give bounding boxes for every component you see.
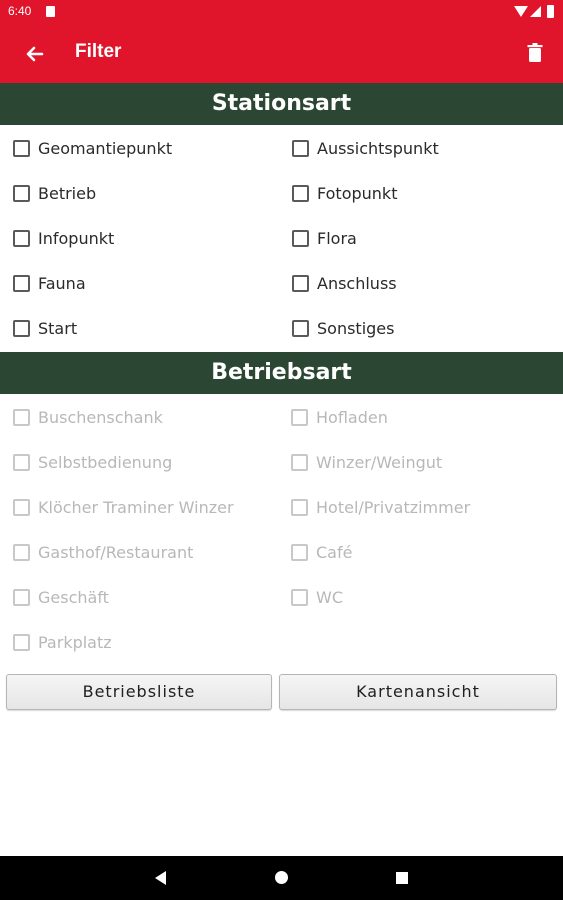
checkbox-icon[interactable]: [13, 633, 30, 651]
checkbox-flora[interactable]: Flora: [292, 226, 357, 250]
checkbox-icon[interactable]: [292, 229, 309, 247]
checkbox-icon[interactable]: [13, 453, 30, 471]
checkbox-sonstiges[interactable]: Sonstiges: [292, 316, 394, 340]
checkbox-icon[interactable]: [292, 184, 309, 202]
checkbox-winzer-weingut[interactable]: Winzer/Weingut: [291, 450, 442, 474]
stationsart-header: Stationsart: [0, 83, 563, 125]
checkbox-icon[interactable]: [13, 498, 30, 516]
checkbox-gasthof-restaurant[interactable]: Gasthof/Restaurant: [13, 540, 193, 564]
signal-icon: [530, 6, 541, 17]
checkbox-icon[interactable]: [13, 274, 30, 292]
status-bar: 6:40: [0, 0, 563, 24]
checkbox-infopunkt[interactable]: Infopunkt: [13, 226, 114, 250]
checkbox-buschenschank[interactable]: Buschenschank: [13, 405, 163, 429]
status-time: 6:40: [8, 4, 32, 18]
nav-recents-icon[interactable]: [396, 872, 408, 884]
checkbox-icon[interactable]: [292, 274, 309, 292]
checkbox-icon[interactable]: [291, 588, 308, 606]
checkbox-icon[interactable]: [13, 319, 30, 337]
checkbox-icon[interactable]: [13, 184, 30, 202]
checkbox-geschaeft[interactable]: Geschäft: [13, 585, 109, 609]
sd-card-icon: [46, 6, 55, 17]
back-arrow-icon[interactable]: [22, 41, 48, 67]
page-title: Filter: [75, 41, 122, 62]
checkbox-icon[interactable]: [13, 139, 30, 157]
checkbox-icon[interactable]: [292, 319, 309, 337]
system-nav-bar: [0, 856, 563, 900]
checkbox-start[interactable]: Start: [13, 316, 77, 340]
checkbox-kloecher-traminer-winzer[interactable]: Klöcher Traminer Winzer: [13, 495, 234, 519]
checkbox-anschluss[interactable]: Anschluss: [292, 271, 397, 295]
checkbox-cafe[interactable]: Café: [291, 540, 352, 564]
checkbox-icon[interactable]: [291, 408, 308, 426]
checkbox-geomantiepunkt[interactable]: Geomantiepunkt: [13, 136, 172, 160]
checkbox-aussichtspunkt[interactable]: Aussichtspunkt: [292, 136, 439, 160]
checkbox-icon[interactable]: [292, 139, 309, 157]
checkbox-icon[interactable]: [13, 408, 30, 426]
trash-icon[interactable]: [522, 40, 548, 66]
checkbox-fotopunkt[interactable]: Fotopunkt: [292, 181, 397, 205]
checkbox-icon[interactable]: [13, 229, 30, 247]
checkbox-selbstbedienung[interactable]: Selbstbedienung: [13, 450, 172, 474]
betriebsart-header: Betriebsart: [0, 352, 563, 394]
app-bar: Filter: [0, 24, 563, 83]
kartenansicht-button[interactable]: Kartenansicht: [279, 674, 557, 710]
betriebsliste-button[interactable]: Betriebsliste: [6, 674, 272, 710]
checkbox-hofladen[interactable]: Hofladen: [291, 405, 388, 429]
nav-home-icon[interactable]: [275, 871, 288, 884]
checkbox-icon[interactable]: [13, 543, 30, 561]
checkbox-parkplatz[interactable]: Parkplatz: [13, 630, 112, 654]
nav-back-icon[interactable]: [155, 871, 166, 885]
checkbox-icon[interactable]: [291, 498, 308, 516]
checkbox-wc[interactable]: WC: [291, 585, 343, 609]
checkbox-betrieb[interactable]: Betrieb: [13, 181, 96, 205]
wifi-icon: [514, 6, 528, 17]
battery-icon: [547, 5, 554, 18]
checkbox-fauna[interactable]: Fauna: [13, 271, 86, 295]
checkbox-icon[interactable]: [291, 543, 308, 561]
checkbox-hotel-privatzimmer[interactable]: Hotel/Privatzimmer: [291, 495, 470, 519]
checkbox-icon[interactable]: [13, 588, 30, 606]
checkbox-icon[interactable]: [291, 453, 308, 471]
